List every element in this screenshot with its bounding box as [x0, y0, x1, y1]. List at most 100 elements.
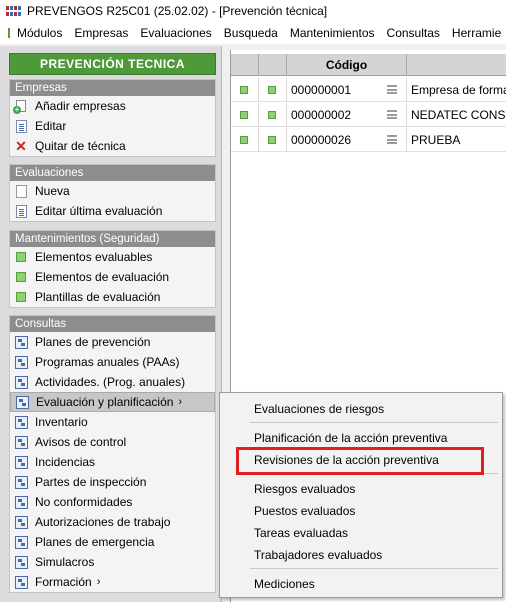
form-icon [15, 395, 29, 409]
submenu-item-evaluaciones-riesgos[interactable]: Evaluaciones de riesgos [254, 402, 384, 416]
sidebar-item-actividades[interactable]: Actividades. (Prog. anuales) [10, 372, 215, 392]
form-icon [14, 575, 28, 589]
module-icon[interactable] [8, 28, 10, 38]
sidebar-header: PREVENCIÓN TECNICA [9, 53, 216, 75]
table-row[interactable]: 000000001 Empresa de formacio [231, 77, 506, 102]
status-cell-1 [231, 102, 259, 127]
submenu-item-puestos-evaluados[interactable]: Puestos evaluados [254, 504, 355, 518]
group-title: Evaluaciones [10, 165, 215, 181]
grid-header: Código [231, 54, 506, 76]
sidebar-item-label: Incidencias [35, 455, 96, 469]
code-cell: 000000002 [287, 102, 407, 127]
sidebar-item-no-conformidades[interactable]: No conformidades [10, 492, 215, 512]
menu-lines-icon[interactable] [387, 110, 397, 119]
table-row[interactable]: 000000002 NEDATEC CONSULT [231, 102, 506, 127]
sidebar-item-editar-ultima-evaluacion[interactable]: Editar última evaluación [10, 201, 215, 221]
green-status-icon [240, 85, 248, 94]
green-square-icon [14, 250, 28, 264]
group-empresas: Empresas + Añadir empresas Editar ✕ Quit… [9, 79, 216, 157]
form-icon [14, 475, 28, 489]
sidebar-item-label: Elementos evaluables [35, 250, 153, 264]
table-row[interactable]: 000000026 PRUEBA [231, 127, 506, 152]
sidebar-item-editar[interactable]: Editar [10, 116, 215, 136]
new-document-icon [14, 184, 28, 198]
sidebar-item-inventario[interactable]: Inventario [10, 412, 215, 432]
title-bar: PREVENGOS R25C01 (25.02.02) - [Prevenció… [0, 0, 506, 22]
green-status-icon [240, 110, 248, 119]
green-square-icon [14, 290, 28, 304]
sidebar-item-avisos-control[interactable]: Avisos de control [10, 432, 215, 452]
code-text: 000000002 [291, 107, 352, 122]
sidebar-item-label: Programas anuales (PAAs) [35, 355, 180, 369]
sidebar-item-plantillas-evaluacion[interactable]: Plantillas de evaluación [10, 287, 215, 307]
sidebar-item-incidencias[interactable]: Incidencias [10, 452, 215, 472]
sidebar-item-anadir-empresas[interactable]: + Añadir empresas [10, 96, 215, 116]
sidebar-item-autorizaciones-trabajo[interactable]: Autorizaciones de trabajo [10, 512, 215, 532]
form-icon [14, 335, 28, 349]
group-title: Mantenimientos (Seguridad) [10, 231, 215, 247]
submenu-item-trabajadores-evaluados[interactable]: Trabajadores evaluados [254, 548, 382, 562]
column-header-status-2[interactable] [259, 54, 287, 76]
group-consultas: Consultas Planes de prevención Programas… [9, 315, 216, 593]
sidebar-item-label: Avisos de control [35, 435, 127, 449]
submenu-item-planificacion-accion[interactable]: Planificación de la acción preventiva [254, 431, 447, 445]
group-mantenimientos: Mantenimientos (Seguridad) Elementos eva… [9, 230, 216, 308]
name-cell: Empresa de formacio [411, 82, 506, 97]
sidebar-item-label: Planes de prevención [35, 335, 151, 349]
menu-busqueda[interactable]: Busqueda [224, 26, 278, 40]
green-status-icon [268, 135, 276, 144]
sidebar-item-label: Simulacros [35, 555, 95, 569]
code-cell: 000000001 [287, 77, 407, 102]
sidebar-item-label: Autorizaciones de trabajo [35, 515, 171, 529]
green-status-icon [268, 85, 276, 94]
sidebar-item-programas-anuales[interactable]: Programas anuales (PAAs) [10, 352, 215, 372]
submenu-item-riesgos-evaluados[interactable]: Riesgos evaluados [254, 482, 355, 496]
add-company-icon: + [13, 99, 28, 114]
status-cell-2 [259, 77, 287, 102]
menu-lines-icon[interactable] [387, 135, 397, 144]
menu-modulos[interactable]: Módulos [17, 26, 62, 40]
sidebar-item-label: Evaluación y planificación [36, 395, 174, 409]
menu-evaluaciones[interactable]: Evaluaciones [140, 26, 211, 40]
column-header-nombre[interactable] [407, 54, 506, 76]
sidebar-item-evaluacion-planificacion[interactable]: Evaluación y planificación › [10, 392, 215, 412]
sidebar: PREVENCIÓN TECNICA Empresas + Añadir emp… [0, 46, 222, 602]
sidebar-item-elementos-evaluables[interactable]: Elementos evaluables [10, 247, 215, 267]
submenu-item-tareas-evaluadas[interactable]: Tareas evaluadas [254, 526, 348, 540]
edit-document-icon [14, 204, 28, 218]
submenu-evaluacion-planificacion: Evaluaciones de riesgos Planificación de… [219, 392, 503, 598]
sidebar-item-nueva[interactable]: Nueva [10, 181, 215, 201]
sidebar-item-label: Nueva [35, 184, 70, 198]
menu-herramientas[interactable]: Herramie [452, 26, 501, 40]
submenu-item-mediciones[interactable]: Mediciones [254, 577, 315, 591]
group-title: Empresas [10, 80, 215, 96]
sidebar-item-partes-inspeccion[interactable]: Partes de inspección [10, 472, 215, 492]
sidebar-item-label: Editar última evaluación [35, 204, 163, 218]
status-cell-2 [259, 127, 287, 152]
form-icon [14, 435, 28, 449]
form-icon [14, 515, 28, 529]
sidebar-item-planes-prevencion[interactable]: Planes de prevención [10, 332, 215, 352]
sidebar-item-formacion[interactable]: Formación › [10, 572, 215, 592]
submenu-separator [250, 422, 498, 423]
code-cell: 000000026 [287, 127, 407, 152]
menu-mantenimientos[interactable]: Mantenimientos [290, 26, 375, 40]
sidebar-item-quitar-tecnica[interactable]: ✕ Quitar de técnica [10, 136, 215, 156]
sidebar-item-simulacros[interactable]: Simulacros [10, 552, 215, 572]
sidebar-item-label: Añadir empresas [35, 99, 126, 113]
sidebar-item-planes-emergencia[interactable]: Planes de emergencia [10, 532, 215, 552]
form-icon [14, 555, 28, 569]
green-square-icon [14, 270, 28, 284]
group-title: Consultas [10, 316, 215, 332]
sidebar-item-label: Formación [35, 575, 92, 589]
column-header-status-1[interactable] [231, 54, 259, 76]
menu-consultas[interactable]: Consultas [387, 26, 440, 40]
sidebar-item-elementos-evaluacion[interactable]: Elementos de evaluación [10, 267, 215, 287]
column-header-codigo[interactable]: Código [287, 54, 407, 76]
menu-empresas[interactable]: Empresas [74, 26, 128, 40]
status-cell-2 [259, 102, 287, 127]
sidebar-item-label: Inventario [35, 415, 88, 429]
menu-lines-icon[interactable] [387, 85, 397, 94]
window-title: PREVENGOS R25C01 (25.02.02) - [Prevenció… [27, 4, 328, 18]
form-icon [14, 455, 28, 469]
